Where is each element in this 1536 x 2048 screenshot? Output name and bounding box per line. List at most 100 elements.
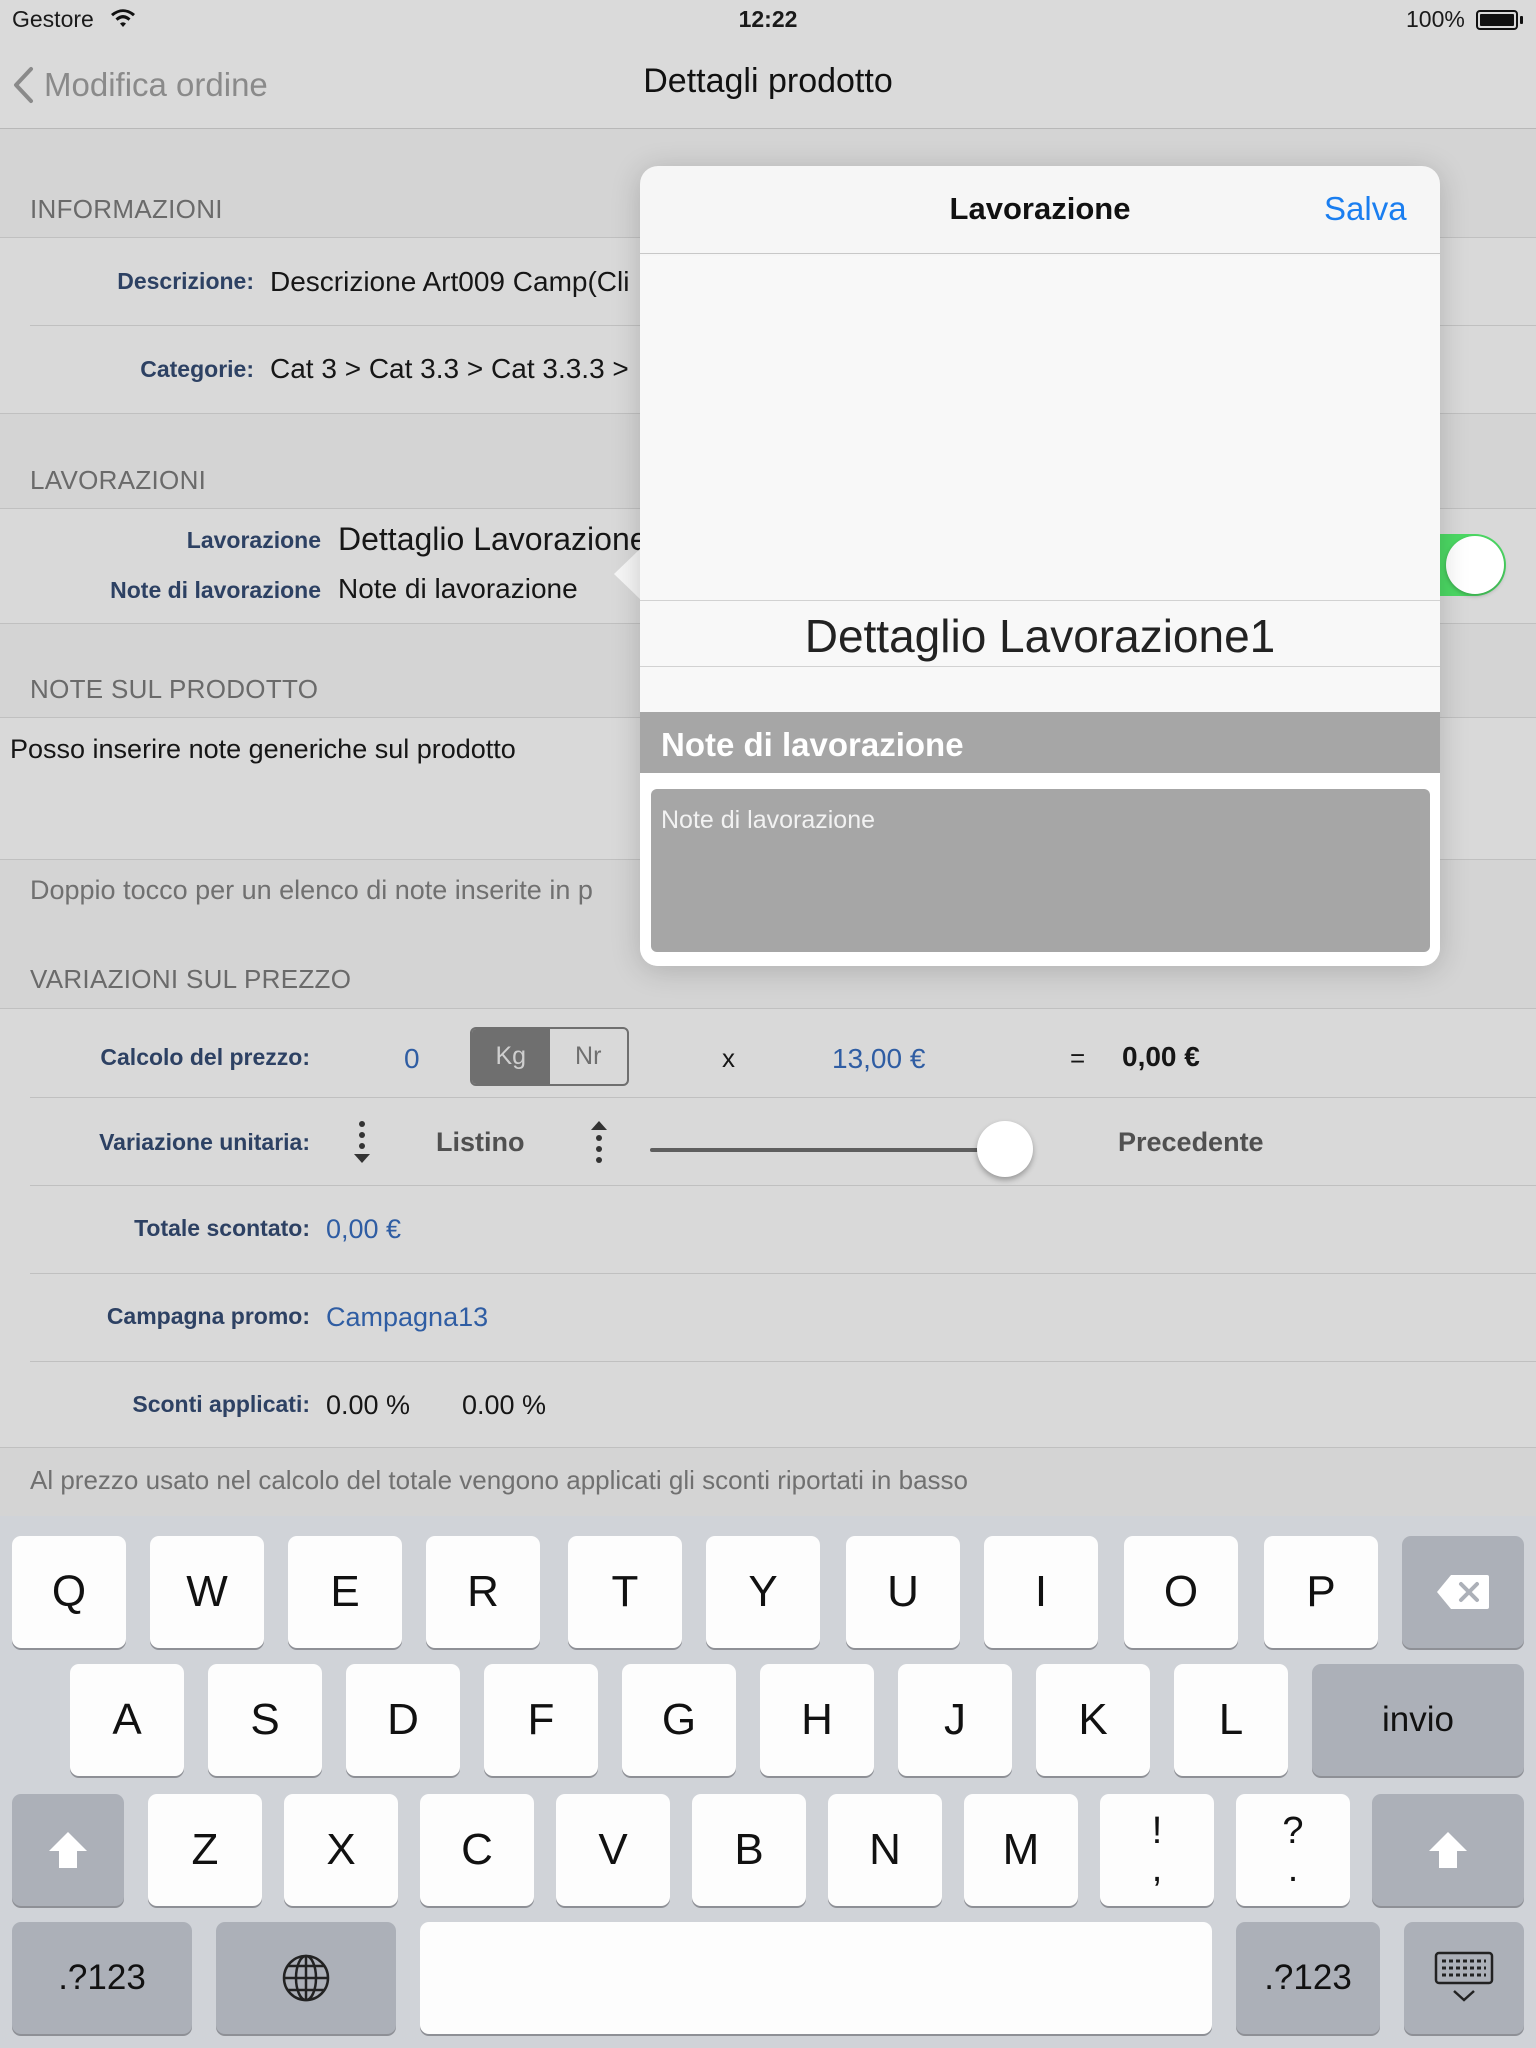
note-lavorazione-label: Note di lavorazione xyxy=(110,577,321,603)
key-t[interactable]: T xyxy=(568,1536,682,1648)
key-r[interactable]: R xyxy=(426,1536,540,1648)
toggle-knob xyxy=(1446,536,1504,594)
notes-header: Note di lavorazione xyxy=(661,726,964,763)
key-o[interactable]: O xyxy=(1124,1536,1238,1648)
popover-title: Lavorazione xyxy=(949,191,1131,226)
equals-sign: = xyxy=(1070,1043,1086,1073)
key-g[interactable]: G xyxy=(622,1664,736,1776)
lavorazione-label: Lavorazione xyxy=(186,527,321,553)
quantity-value[interactable]: 0 xyxy=(404,1043,420,1075)
campagna-label: Campagna promo: xyxy=(106,1303,310,1329)
categorie-label: Categorie: xyxy=(140,356,254,382)
unit-nr-segment[interactable]: Nr xyxy=(550,1029,628,1084)
popover-header: Lavorazione Salva xyxy=(640,166,1440,254)
totale-scontato-value[interactable]: 0,00 € xyxy=(326,1214,401,1245)
categorie-value[interactable]: Cat 3 > Cat 3.3 > Cat 3.3.3 > xyxy=(270,353,629,385)
key-d[interactable]: D xyxy=(346,1664,460,1776)
notes-section: Note di lavorazione Note di lavorazione xyxy=(640,712,1440,966)
unit-kg-segment[interactable]: Kg xyxy=(472,1029,550,1084)
key-z[interactable]: Z xyxy=(148,1794,262,1906)
globe-icon xyxy=(282,1954,330,2002)
key-question-period[interactable]: ? . xyxy=(1236,1794,1350,1906)
key-x[interactable]: X xyxy=(284,1794,398,1906)
key-u[interactable]: U xyxy=(846,1536,960,1648)
key-q[interactable]: Q xyxy=(12,1536,126,1648)
clock: 12:22 xyxy=(738,6,798,32)
key-f[interactable]: F xyxy=(484,1664,598,1776)
section-header-variazioni: VARIAZIONI SUL PREZZO xyxy=(30,964,352,994)
key-comma-label: , xyxy=(1151,1848,1163,1890)
key-e[interactable]: E xyxy=(288,1536,402,1648)
section-header-note-prodotto: NOTE SUL PRODOTTO xyxy=(30,674,319,704)
sconto-2[interactable]: 0.00 % xyxy=(462,1390,546,1421)
key-v[interactable]: V xyxy=(556,1794,670,1906)
space-key[interactable] xyxy=(420,1922,1212,2034)
total-value: 0,00 € xyxy=(1122,1041,1200,1072)
key-k[interactable]: K xyxy=(1036,1664,1150,1776)
arrow-down-icon[interactable] xyxy=(350,1119,374,1165)
keyboard-dismiss-icon xyxy=(1434,1951,1494,2002)
totale-scontato-label: Totale scontato: xyxy=(134,1215,310,1241)
shift-key-left[interactable] xyxy=(12,1794,124,1906)
key-period-label: . xyxy=(1287,1848,1299,1890)
numbers-key-right[interactable]: .?123 xyxy=(1236,1922,1380,2034)
lavorazione-picker[interactable]: Dettaglio Lavorazione1 xyxy=(640,256,1440,712)
save-button[interactable]: Salva xyxy=(1324,190,1407,228)
note-lavorazione-value[interactable]: Note di lavorazione xyxy=(338,573,578,605)
unit-segmented-control: Kg Nr xyxy=(470,1027,629,1086)
shift-icon xyxy=(49,1832,87,1868)
key-question-label: ? xyxy=(1282,1810,1304,1852)
notes-placeholder: Note di lavorazione xyxy=(661,806,876,834)
hide-keyboard-key[interactable] xyxy=(1404,1922,1524,2034)
arrow-up-icon[interactable] xyxy=(587,1119,611,1165)
unit-price[interactable]: 13,00 € xyxy=(832,1043,925,1075)
descrizione-value: Descrizione Art009 Camp(Cli xyxy=(270,266,630,297)
key-a[interactable]: A xyxy=(70,1664,184,1776)
variazione-slider-track[interactable] xyxy=(650,1148,1032,1152)
notes-header-bar: Note di lavorazione xyxy=(640,712,1440,773)
key-p[interactable]: P xyxy=(1264,1536,1378,1648)
sconti-label: Sconti applicati: xyxy=(132,1391,310,1417)
key-n[interactable]: N xyxy=(828,1794,942,1906)
times-sign: x xyxy=(722,1043,735,1073)
numbers-key-left[interactable]: .?123 xyxy=(12,1922,192,2034)
descrizione-label: Descrizione: xyxy=(117,268,254,294)
key-b[interactable]: B xyxy=(692,1794,806,1906)
key-w[interactable]: W xyxy=(150,1536,264,1648)
notes-textarea[interactable]: Note di lavorazione xyxy=(651,789,1430,952)
key-j[interactable]: J xyxy=(898,1664,1012,1776)
globe-key[interactable] xyxy=(216,1922,396,2034)
calcolo-label: Calcolo del prezzo: xyxy=(100,1044,310,1070)
popover-arrow xyxy=(614,548,641,600)
key-exclaim-comma[interactable]: ! , xyxy=(1100,1794,1214,1906)
variazioni-group: Calcolo del prezzo: 0 Kg Nr x 13,00 € = … xyxy=(0,1008,1536,1448)
battery-percent: 100% xyxy=(1406,6,1465,32)
picker-selected-row[interactable]: Dettaglio Lavorazione1 xyxy=(640,608,1440,664)
status-bar: Gestore 12:22 100% xyxy=(0,0,1536,42)
key-y[interactable]: Y xyxy=(706,1536,820,1648)
battery-icon xyxy=(1476,10,1518,30)
key-s[interactable]: S xyxy=(208,1664,322,1776)
shift-key-right[interactable] xyxy=(1372,1794,1524,1906)
note-prodotto-footer: Doppio tocco per un elenco di note inser… xyxy=(30,875,593,905)
lavorazione-popover: Lavorazione Salva Dettaglio Lavorazione1… xyxy=(640,166,1440,966)
key-c[interactable]: C xyxy=(420,1794,534,1906)
shift-icon xyxy=(1429,1832,1467,1868)
keyboard: Q W E R T Y U I O P A S D F G H J K L in… xyxy=(0,1516,1536,2048)
sconto-1[interactable]: 0.00 % xyxy=(326,1390,410,1421)
key-exclaim-label: ! xyxy=(1151,1810,1163,1852)
section-header-informazioni: INFORMAZIONI xyxy=(30,194,223,224)
precedente-label: Precedente xyxy=(1118,1127,1264,1157)
campagna-value[interactable]: Campagna13 xyxy=(326,1302,488,1333)
backspace-key[interactable] xyxy=(1402,1536,1524,1648)
key-i[interactable]: I xyxy=(984,1536,1098,1648)
listino-label: Listino xyxy=(436,1127,525,1157)
key-h[interactable]: H xyxy=(760,1664,874,1776)
variazione-slider-knob[interactable] xyxy=(977,1121,1034,1177)
key-l[interactable]: L xyxy=(1174,1664,1288,1776)
key-m[interactable]: M xyxy=(964,1794,1078,1906)
backspace-icon xyxy=(1437,1575,1489,1609)
navigation-bar: Modifica ordine Dettagli prodotto xyxy=(0,42,1536,129)
return-key[interactable]: invio xyxy=(1312,1664,1524,1776)
note-prodotto-text[interactable]: Posso inserire note generiche sul prodot… xyxy=(10,734,516,765)
